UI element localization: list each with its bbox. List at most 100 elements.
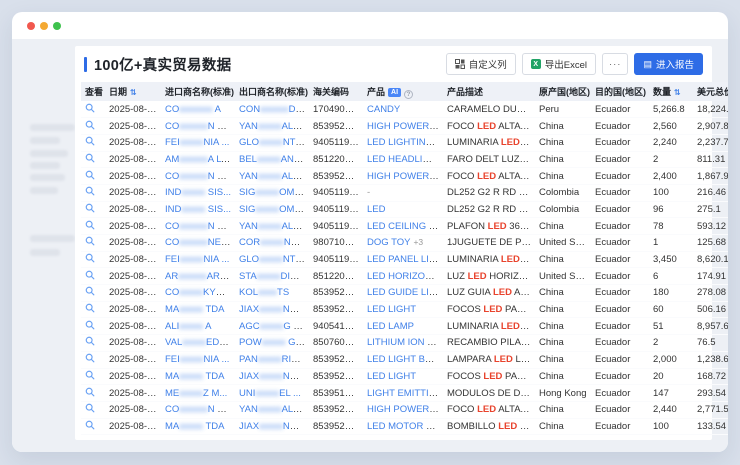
product-link[interactable]: LED LIGHT	[367, 304, 416, 315]
exporter-cell-link[interactable]: SIGxxxxxOMB...	[239, 187, 309, 198]
importer-cell-link[interactable]: FEIxxxxxNIA ...	[165, 254, 229, 265]
exporter-cell-link[interactable]: STAxxxxxDIST...	[239, 271, 309, 282]
product-link[interactable]: HIGH POWER LED F	[367, 171, 443, 182]
view-details-button[interactable]	[85, 320, 95, 330]
view-details-button[interactable]	[85, 203, 95, 213]
sort-icon[interactable]: ⇅	[674, 88, 681, 97]
exporter-cell-link[interactable]: JIAXxxxxxNGT...	[239, 371, 309, 382]
exporter-cell-link[interactable]: GLOxxxxxNT ...	[239, 137, 306, 148]
view-details-button[interactable]	[85, 303, 95, 313]
more-actions-button[interactable]: ···	[602, 53, 629, 75]
more-products-badge[interactable]: +1	[438, 388, 443, 398]
product-link[interactable]: LITHIUM ION BATTE	[367, 337, 443, 348]
view-details-button[interactable]	[85, 336, 95, 346]
importer-cell-link[interactable]: MAxxxxx TDA	[165, 304, 224, 315]
exporter-cell-link[interactable]: JIAXxxxxxNGT...	[239, 421, 309, 432]
view-details-button[interactable]	[85, 403, 95, 413]
exporter-cell-link[interactable]: CONxxxxxxDEL ...	[239, 104, 309, 115]
view-details-button[interactable]	[85, 120, 95, 130]
info-circle-icon[interactable]: ?	[404, 90, 413, 99]
exporter-cell-link[interactable]: GLOxxxxxNT ...	[239, 254, 306, 265]
column-header-quantity[interactable]: 数量⇅	[649, 82, 693, 101]
view-details-button[interactable]	[85, 153, 95, 163]
customize-columns-button[interactable]: 自定义列	[446, 53, 516, 75]
more-products-badge[interactable]: +1	[436, 137, 443, 147]
importer-cell-link[interactable]: COxxxxxxN E...	[165, 404, 232, 415]
product-link[interactable]: HIGH POWER LED F	[367, 121, 443, 132]
view-details-button[interactable]	[85, 186, 95, 196]
product-link[interactable]: LIGHT EMITTIN	[367, 388, 438, 399]
importer-cell-link[interactable]: MAxxxxx TDA	[165, 371, 224, 382]
product-link[interactable]: LED	[367, 204, 385, 215]
importer-cell-link[interactable]: COxxxxxxx A	[165, 104, 221, 115]
column-header-exporter[interactable]: 出口商名称(标准)⇅	[235, 82, 309, 101]
product-link[interactable]: LED CEILING LIGHT	[367, 221, 443, 232]
product-link[interactable]: HIGH POWER LED F	[367, 404, 443, 415]
importer-cell-link[interactable]: VALxxxxxEDR...	[165, 337, 234, 348]
exporter-cell-link[interactable]: KOLxxxxTS	[239, 287, 289, 298]
exporter-cell-link[interactable]: YANxxxxxAL LI...	[239, 121, 309, 132]
exporter-cell-link[interactable]: JIAXxxxxxNGT...	[239, 304, 309, 315]
exporter-cell-link[interactable]: UNIxxxxxEL ...	[239, 388, 301, 399]
column-header-importer[interactable]: 进口商名称(标准)⇅	[161, 82, 235, 101]
importer-cell-link[interactable]: ARxxxxxxARA...	[165, 271, 234, 282]
importer-cell-link[interactable]: AMxxxxxxA LTDA	[165, 154, 235, 165]
column-header-date[interactable]: 日期⇅	[105, 82, 161, 101]
view-details-button[interactable]	[85, 353, 95, 363]
product-link[interactable]: LED PANEL LIG	[367, 254, 438, 265]
product-link[interactable]: LED LAMP	[367, 321, 414, 332]
importer-cell-link[interactable]: COxxxxxxN E...	[165, 171, 232, 182]
product-link[interactable]: LED HORIZONTAL L	[367, 271, 443, 282]
exporter-cell-link[interactable]: YANxxxxxAL LI...	[239, 171, 309, 182]
close-window-icon[interactable]	[27, 22, 35, 30]
view-details-button[interactable]	[85, 270, 95, 280]
view-details-button[interactable]	[85, 220, 95, 230]
exporter-cell-link[interactable]: AGCxxxxxG C...	[239, 321, 308, 332]
product-description-cell: FOCO LED ALTA PC	[443, 168, 535, 185]
product-link[interactable]: LED MOTOR BULB	[367, 421, 443, 432]
importer-cell-link[interactable]: INDxxxxx SIS...	[165, 187, 231, 198]
view-details-button[interactable]	[85, 420, 95, 430]
view-details-button[interactable]	[85, 370, 95, 380]
more-products-badge[interactable]: +3	[413, 237, 423, 247]
view-details-button[interactable]	[85, 253, 95, 263]
exporter-cell-link[interactable]: POWxxxxx GR...	[239, 337, 309, 348]
importer-cell-link[interactable]: COxxxxxKYWI...	[165, 287, 235, 298]
view-details-button[interactable]	[85, 170, 95, 180]
exporter-cell-link[interactable]: PANxxxxxRIC...	[239, 354, 306, 365]
product-link[interactable]: LED LIGHT	[367, 371, 416, 382]
zoom-window-icon[interactable]	[53, 22, 61, 30]
importer-cell-link[interactable]: FEIxxxxxNIA ...	[165, 137, 229, 148]
product-link[interactable]: LED LIGHTING	[367, 137, 435, 148]
more-products-badge[interactable]: +1	[439, 254, 443, 264]
hs-code-cell: 850760009	[309, 335, 363, 352]
importer-cell-link[interactable]: MExxxxxZ M...	[165, 388, 227, 399]
view-details-button[interactable]	[85, 103, 95, 113]
sort-icon[interactable]: ⇅	[130, 88, 137, 97]
view-details-button[interactable]	[85, 387, 95, 397]
exporter-cell-link[interactable]: SIGxxxxxOMB...	[239, 204, 309, 215]
exporter-cell-link[interactable]: YANxxxxxAL LI...	[239, 404, 309, 415]
product-link[interactable]: DOG TOY	[367, 237, 410, 248]
importer-cell-link[interactable]: ALIxxxxx A	[165, 321, 211, 332]
view-details-button[interactable]	[85, 286, 95, 296]
view-details-button[interactable]	[85, 136, 95, 146]
exporter-cell-link[interactable]: BELxxxxxAND...	[239, 154, 309, 165]
importer-cell-link[interactable]: COxxxxxxNES...	[165, 237, 235, 248]
importer-cell-link[interactable]: COxxxxxxN E...	[165, 121, 232, 132]
product-link[interactable]: LED HEADLIGHT	[367, 154, 443, 165]
column-header-usd_total[interactable]: 美元总价⇅	[693, 82, 728, 101]
importer-cell-link[interactable]: FEIxxxxxNIA ...	[165, 354, 229, 365]
minimize-window-icon[interactable]	[40, 22, 48, 30]
exporter-cell-link[interactable]: CORxxxxxNES...	[239, 237, 309, 248]
importer-cell-link[interactable]: COxxxxxxN E...	[165, 221, 232, 232]
product-link[interactable]: LED GUIDE LIGHT T	[367, 287, 443, 298]
view-details-button[interactable]	[85, 236, 95, 246]
product-link[interactable]: LED LIGHT BULB	[367, 354, 443, 365]
importer-cell-link[interactable]: MAxxxxx TDA	[165, 421, 224, 432]
export-excel-button[interactable]: X 导出Excel	[522, 53, 596, 75]
enter-report-button[interactable]: ▤ 进入报告	[634, 53, 703, 75]
exporter-cell-link[interactable]: YANxxxxxAL LI...	[239, 221, 309, 232]
importer-cell-link[interactable]: INDxxxxx SIS...	[165, 204, 231, 215]
product-link[interactable]: CANDY	[367, 104, 400, 115]
